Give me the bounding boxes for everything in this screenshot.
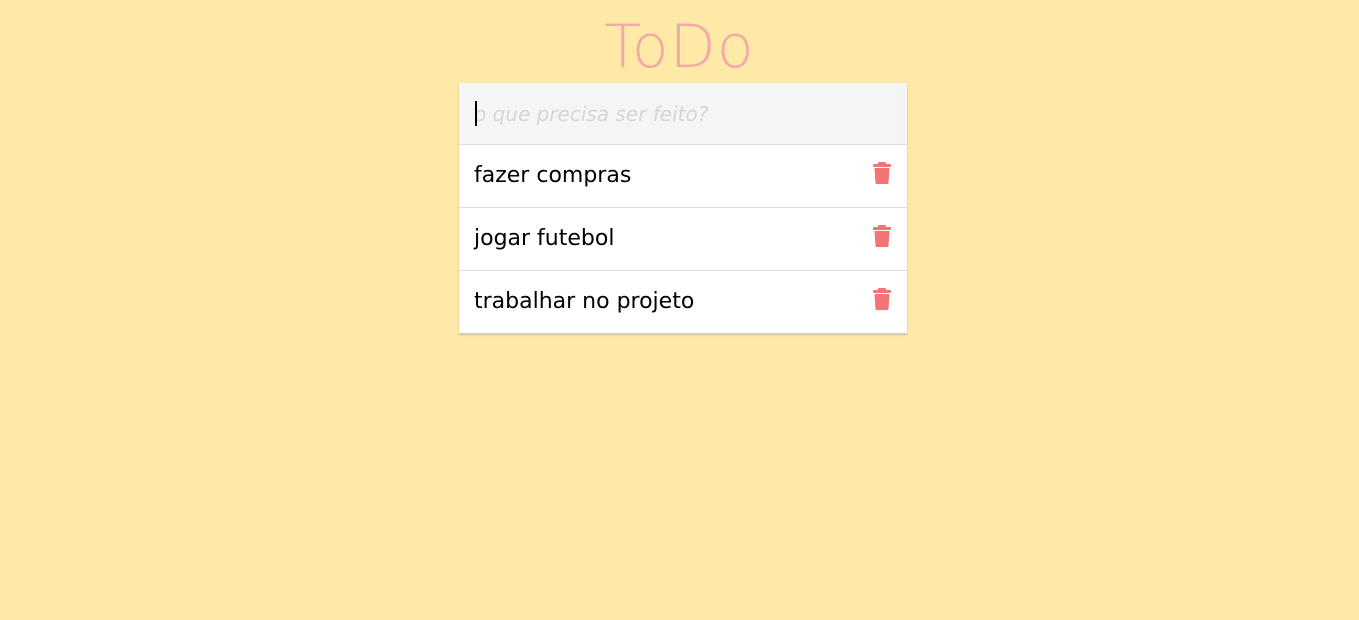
todo-text: jogar futebol [474,226,615,251]
todo-text: trabalhar no projeto [474,289,695,314]
text-cursor [475,101,477,126]
trash-icon [872,161,892,185]
list-item: trabalhar no projeto [459,271,907,334]
todo-panel: fazer compras jogar futebol [459,83,907,334]
new-todo-input[interactable] [459,83,907,145]
list-item: fazer compras [459,145,907,208]
todo-list: fazer compras jogar futebol trabalhar no… [459,145,907,334]
delete-button[interactable] [872,287,892,311]
new-todo-row [459,83,907,145]
todo-text: fazer compras [474,163,632,188]
todo-app: ToDo fazer compras [0,0,1359,620]
page-title: ToDo [604,12,755,82]
delete-button[interactable] [872,161,892,185]
trash-icon [872,224,892,248]
delete-button[interactable] [872,224,892,248]
trash-icon [872,287,892,311]
list-item: jogar futebol [459,208,907,271]
